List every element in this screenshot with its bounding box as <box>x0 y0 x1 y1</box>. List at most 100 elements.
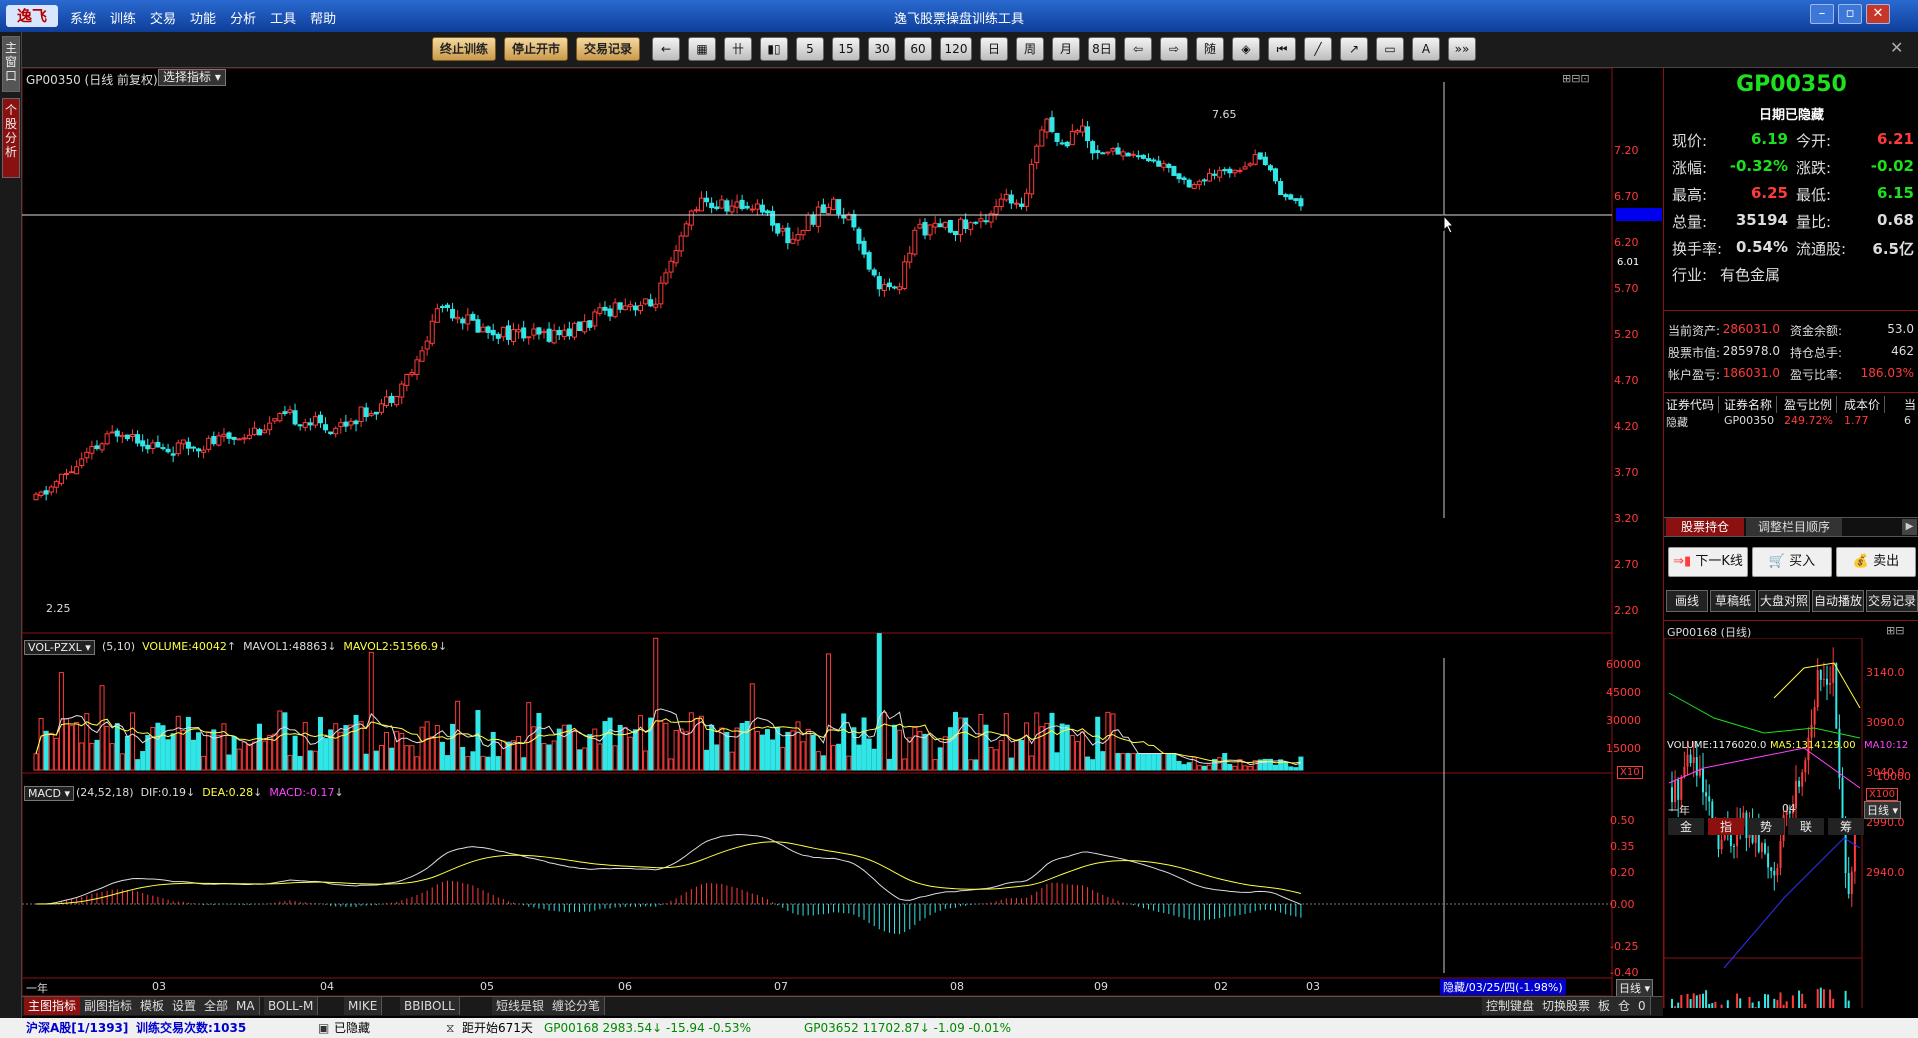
bottom-tab-1[interactable]: 副图指标 <box>80 997 138 1015</box>
volume-bar <box>241 741 247 771</box>
toolbar-icon-18[interactable]: ╱ <box>1304 37 1332 61</box>
toolbar-icon-13[interactable]: ⇦ <box>1124 37 1152 61</box>
candle-body <box>683 223 689 237</box>
candle-body <box>897 286 903 291</box>
toolbar-icon-16[interactable]: ◈ <box>1232 37 1260 61</box>
mini-panel-controls-icon[interactable]: ⊞⊟ <box>1886 624 1904 637</box>
volume-bar <box>53 737 59 771</box>
bottom-tab-6[interactable]: BOLL-M <box>264 997 319 1015</box>
bottom-tab-3[interactable]: 设置 <box>168 997 202 1015</box>
mini-candle-body <box>1813 707 1816 725</box>
minimize-icon[interactable]: – <box>1810 4 1834 24</box>
account-value2-1: 462 <box>1891 344 1914 358</box>
bottom-right-0[interactable]: 控制键盘 <box>1482 997 1540 1015</box>
volume-indicator-selector[interactable]: VOL-PZXL ▾ <box>24 640 95 655</box>
volume-bar <box>876 633 882 771</box>
toolbar-icon-21[interactable]: A <box>1412 37 1440 61</box>
x-axis-label-2: 04 <box>320 980 334 993</box>
toolbar-icon-7[interactable]: 60 <box>904 37 932 61</box>
toolbar-icon-3[interactable]: ▮▯ <box>760 37 788 61</box>
bottom-tab-2[interactable]: 模板 <box>136 997 170 1015</box>
toolbar-icon-9[interactable]: 日 <box>980 37 1008 61</box>
toolbar-icon-10[interactable]: 周 <box>1016 37 1044 61</box>
tab-adjust-columns[interactable]: 调整栏目顺序 <box>1746 518 1842 536</box>
holdings-header-2: 盈亏比例 <box>1784 396 1838 413</box>
volume-bar <box>836 743 842 771</box>
toolbar-icon-0[interactable]: ← <box>652 37 680 61</box>
toolbar-icon-12[interactable]: 8日 <box>1088 37 1116 61</box>
bottom-right-1[interactable]: 切换股票 <box>1538 997 1596 1015</box>
trade-record-button[interactable]: 交易记录 <box>576 37 640 61</box>
next-kline-button[interactable]: ⇒▮ 下一K线 <box>1668 547 1748 577</box>
window-title: 逸飞股票操盘训练工具 <box>893 12 1024 27</box>
toolbar-icon-20[interactable]: ▭ <box>1376 37 1404 61</box>
toolbar-icon-17[interactable]: ⏮ <box>1268 37 1296 61</box>
tab-main-window[interactable]: 主窗口 <box>2 36 20 92</box>
toolbar-icon-2[interactable]: 卄 <box>724 37 752 61</box>
toolbar-icon-6[interactable]: 30 <box>868 37 896 61</box>
stop-training-button[interactable]: 终止训练 <box>432 37 496 61</box>
mini-tab-2[interactable]: 势 <box>1748 818 1784 835</box>
price-tick-8: 3.20 <box>1614 512 1639 525</box>
small-button-0[interactable]: 画线 <box>1666 590 1708 612</box>
volume-bar <box>1130 753 1136 771</box>
bottom-tab-7[interactable]: MIKE <box>344 997 383 1015</box>
scroll-right-icon[interactable]: ▶ <box>1902 519 1917 535</box>
toolbar-close-icon[interactable]: ✕ <box>1890 38 1908 60</box>
candle-body <box>871 269 877 276</box>
toolbar-icon-1[interactable]: ▦ <box>688 37 716 61</box>
bottom-tab-8[interactable]: BBIBOLL <box>400 997 460 1015</box>
holdings-cell-2[interactable]: 249.72% <box>1784 414 1833 427</box>
bottom-right-2[interactable]: 板 <box>1594 997 1616 1015</box>
bottom-tab-4[interactable]: 全部 <box>200 997 234 1015</box>
small-button-3[interactable]: 自动播放 <box>1812 590 1864 612</box>
tab-holdings[interactable]: 股票持仓 <box>1666 518 1744 536</box>
quote-label-1: 涨幅: <box>1672 159 1708 177</box>
mini-tab-1[interactable]: 指 <box>1708 818 1744 835</box>
holdings-cell-1[interactable]: GP00350 <box>1724 414 1774 427</box>
small-button-4[interactable]: 交易记录 <box>1866 590 1918 612</box>
volume-bar <box>958 717 964 771</box>
holdings-cell-4[interactable]: 6 <box>1904 414 1911 427</box>
holdings-cell-0[interactable]: 隐藏 <box>1666 414 1688 430</box>
volume-bar <box>963 717 969 771</box>
toolbar-icon-14[interactable]: ⇨ <box>1160 37 1188 61</box>
candle-body <box>500 326 506 338</box>
buy-button[interactable]: 🛒 买入 <box>1752 547 1832 577</box>
toolbar-icon-11[interactable]: 月 <box>1052 37 1080 61</box>
bottom-tab-0[interactable]: 主图指标 <box>24 997 82 1015</box>
sell-button[interactable]: 💰 卖出 <box>1836 547 1916 577</box>
toolbar-icon-19[interactable]: ↗ <box>1340 37 1368 61</box>
candle-body <box>1186 179 1192 188</box>
bottom-right-4[interactable]: 0 <box>1634 997 1651 1015</box>
maximize-icon[interactable]: ▫ <box>1838 4 1862 24</box>
bottom-tab-10[interactable]: 缠论分笔 <box>548 997 606 1015</box>
close-icon[interactable]: ✕ <box>1866 4 1890 24</box>
bottom-right-3[interactable]: 仓 <box>1614 997 1636 1015</box>
small-button-1[interactable]: 草稿纸 <box>1710 590 1756 612</box>
toolbar-icon-15[interactable]: 随 <box>1196 37 1224 61</box>
indicator-selector[interactable]: 选择指标 ▾ <box>158 69 226 86</box>
mini-tab-0[interactable]: 金 <box>1668 818 1704 835</box>
mini-period-selector[interactable]: 日线 ▾ <box>1864 801 1902 819</box>
mini-tab-4[interactable]: 筹 <box>1828 818 1864 835</box>
bottom-tab-5[interactable]: MA <box>232 997 260 1015</box>
bottom-tab-9[interactable]: 短线是银 <box>492 997 550 1015</box>
stop-market-button[interactable]: 停止开市 <box>504 37 568 61</box>
small-button-2[interactable]: 大盘对照 <box>1758 590 1810 612</box>
mini-tab-3[interactable]: 联 <box>1788 818 1824 835</box>
volume-bar <box>815 751 821 771</box>
toolbar-icon-22[interactable]: »» <box>1448 37 1476 61</box>
panel-controls-icon[interactable]: ⊞⊟⊡ <box>1562 72 1590 85</box>
tab-stock-analysis[interactable]: 个股分析 <box>2 98 20 178</box>
period-selector[interactable]: 日线 ▾ <box>1616 979 1654 997</box>
toolbar-icon-8[interactable]: 120 <box>940 37 972 61</box>
toolbar-icon-4[interactable]: 5 <box>796 37 824 61</box>
volume-bar <box>206 731 212 771</box>
chart-area[interactable] <box>22 68 1663 996</box>
macd-indicator-selector[interactable]: MACD ▾ <box>24 786 75 801</box>
toolbar-icon-5[interactable]: 15 <box>832 37 860 61</box>
macd-params: (24,52,18) <box>76 786 134 799</box>
holdings-cell-3[interactable]: 1.77 <box>1844 414 1869 427</box>
mini-volume-unit: X100 <box>1866 788 1898 801</box>
